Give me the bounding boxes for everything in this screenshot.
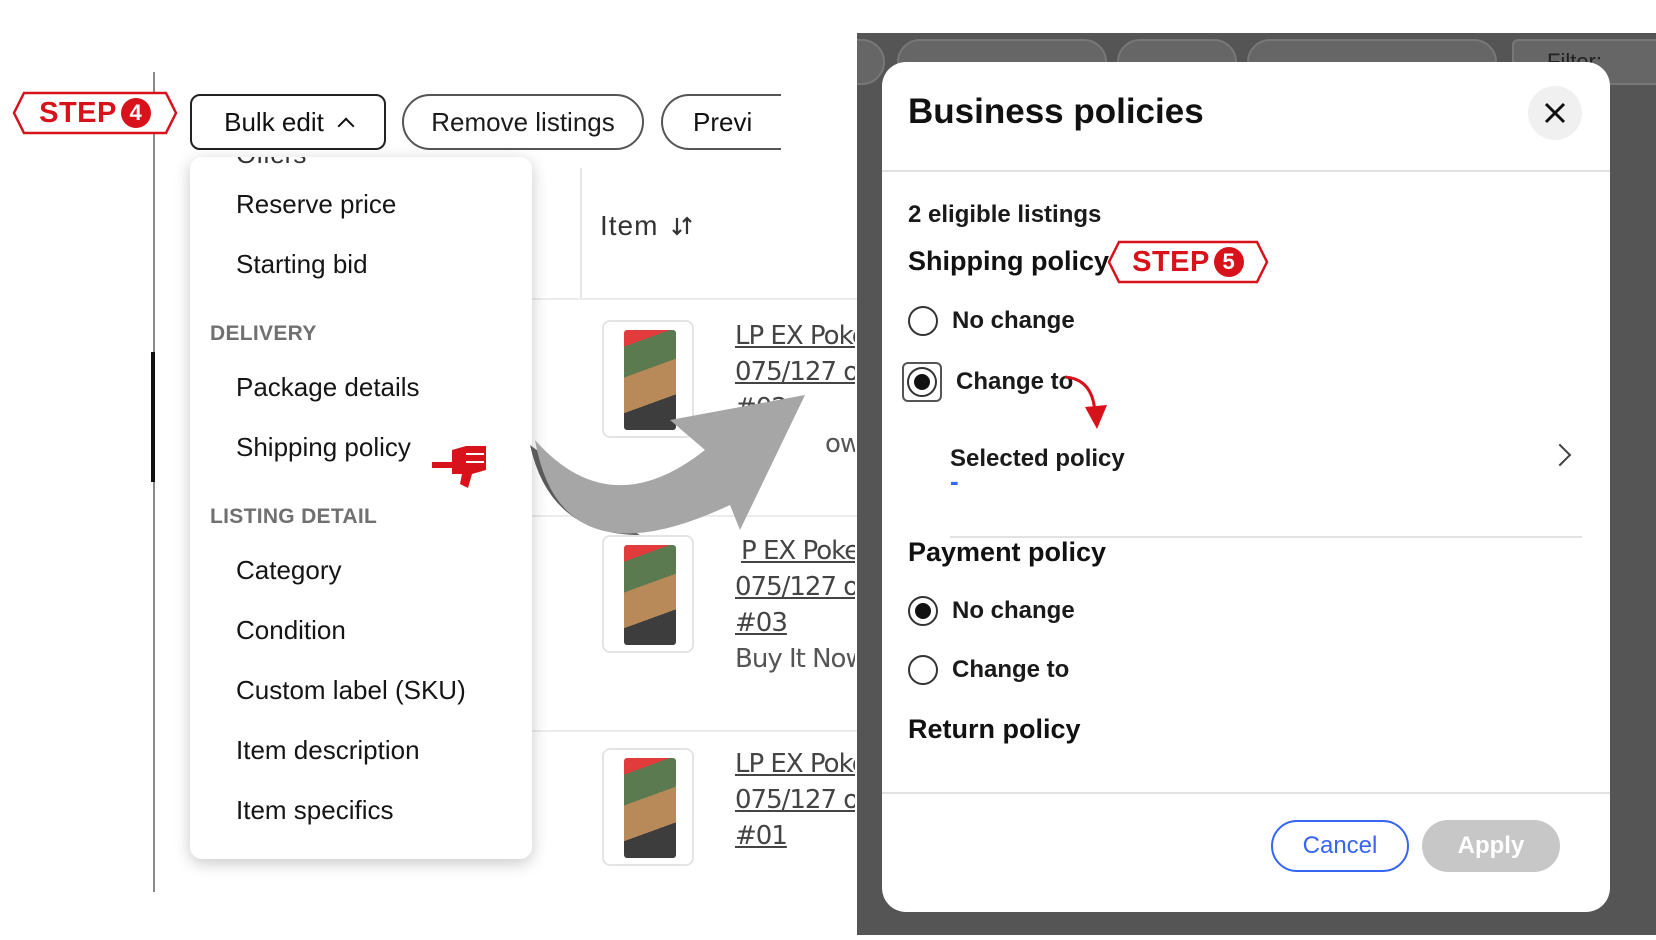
payment-change-to-option[interactable]: Change to [908,655,1069,685]
header-divider [882,170,1610,172]
menu-item-reserve-price[interactable]: Reserve price [236,189,396,220]
column-separator [580,168,582,298]
sort-icon[interactable] [670,214,694,238]
bulk-edit-menu: Offers Reserve price Starting bid DELIVE… [190,157,532,859]
option-label: No change [952,307,1075,334]
option-label: No change [952,597,1075,624]
close-icon [1544,102,1566,124]
selected-policy-label[interactable]: Selected policy [950,445,1125,473]
eligible-count: 2 eligible listings [908,201,1102,228]
shipping-change-to-option[interactable]: Change to [902,362,1074,402]
bulk-edit-label: Bulk edit [224,106,324,137]
shipping-no-change-option[interactable]: No change [908,306,1075,336]
item-title-line[interactable]: 075/127 oD [735,354,855,390]
radio-button[interactable] [908,306,938,336]
menu-item-condition[interactable]: Condition [236,615,346,646]
item-title-line[interactable]: LP EX Poke [735,318,855,354]
row-divider [530,298,860,300]
option-label: Change to [956,368,1074,395]
step4-label: STEP [39,96,117,129]
divider-line [153,72,155,892]
step4-number: 4 [120,98,151,128]
option-label: Change to [952,656,1070,683]
menu-item-item-specifics[interactable]: Item specifics [236,795,394,826]
menu-section-listing-detail: LISTING DETAIL [210,505,378,528]
remove-listings-button[interactable]: Remove listings [402,94,644,150]
shipping-policy-title: Shipping policy [908,246,1109,276]
row-divider [530,730,860,732]
menu-item-package-details[interactable]: Package details [236,372,420,403]
business-policies-dialog: Business policies 2 eligible listings Sh… [882,62,1610,912]
menu-item-category[interactable]: Category [236,555,342,586]
radio-button[interactable] [908,596,938,626]
payment-no-change-option[interactable]: No change [908,596,1075,626]
menu-item-offers-partial[interactable]: Offers [236,157,306,170]
apply-button[interactable]: Apply [1422,820,1560,872]
toolbar-chip [857,39,885,85]
chevron-up-icon [337,117,355,135]
chevron-right-icon[interactable] [1548,443,1572,467]
remove-listings-label: Remove listings [431,106,615,137]
item-column-header[interactable]: Item [600,210,694,242]
item-title-line[interactable]: #01 [735,818,855,854]
step5-number: 5 [1213,247,1244,277]
step5-badge: STEP 5 [1107,240,1269,284]
curved-arrow-icon [530,395,805,535]
footer-divider [882,792,1610,794]
payment-policy-title: Payment policy [908,537,1107,567]
preview-label: Previ [693,106,753,137]
cancel-button[interactable]: Cancel [1271,820,1409,872]
radio-button[interactable] [908,655,938,685]
selected-policy-value: - [950,466,959,496]
item-title-line[interactable]: #03 [735,605,855,641]
dialog-title: Business policies [908,92,1204,131]
preview-button[interactable]: Previ [661,94,781,150]
menu-item-shipping-policy[interactable]: Shipping policy [236,432,411,463]
step5-label: STEP [1132,245,1210,278]
menu-item-custom-label[interactable]: Custom label (SKU) [236,675,466,706]
menu-item-item-description[interactable]: Item description [236,735,420,766]
item-thumbnail[interactable] [602,748,694,866]
item-title-line[interactable]: LP EX Poke [735,746,855,782]
bulk-edit-button[interactable]: Bulk edit [190,94,386,150]
return-policy-title: Return policy [908,714,1081,744]
focus-ring [902,362,942,402]
table-row[interactable]: LP EX Poke 075/127 oD #01 [735,746,855,854]
close-button[interactable] [1528,86,1582,140]
item-header-label: Item [600,210,659,241]
menu-item-starting-bid[interactable]: Starting bid [236,249,368,280]
pointing-hand-icon [432,446,486,488]
divider-line-dark [151,352,155,482]
step4-badge: STEP 4 [12,91,178,135]
item-format: Buy It Now [735,644,855,674]
item-title-line[interactable]: 075/127 oD [735,782,855,818]
menu-section-delivery: DELIVERY [210,322,317,345]
red-arrow-icon [1064,375,1107,429]
radio-button[interactable] [907,367,937,397]
